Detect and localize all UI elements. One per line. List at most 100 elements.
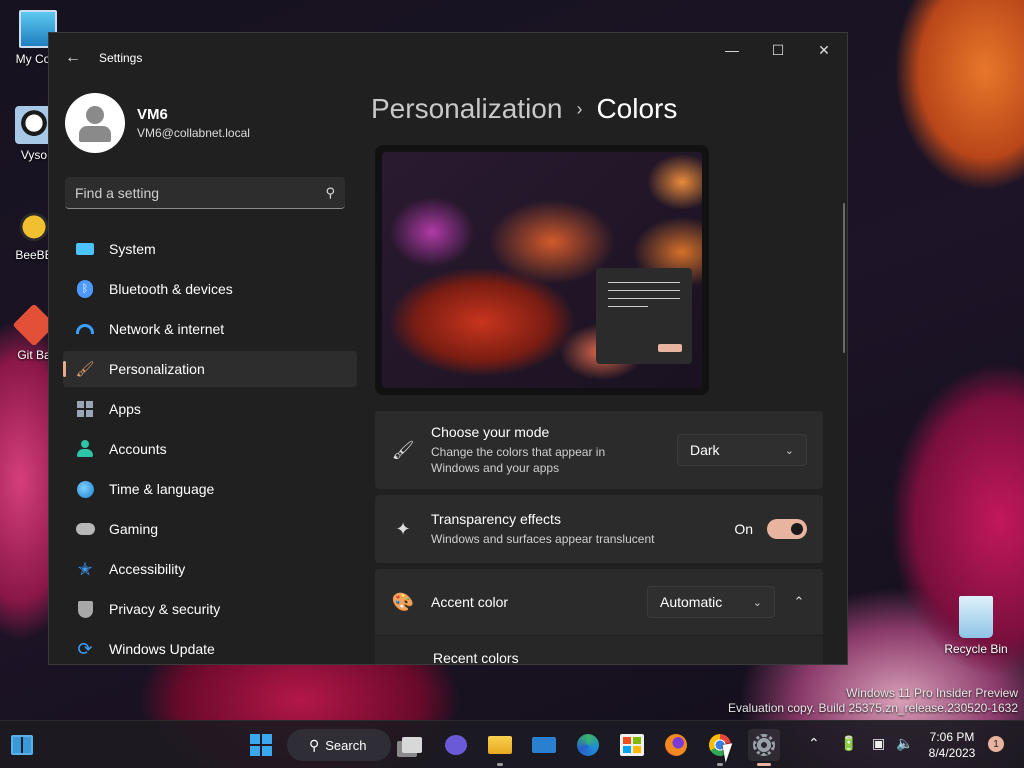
wifi-icon (75, 319, 95, 339)
mode-title: Choose your mode (431, 424, 550, 440)
sparkle-icon: ✦ (395, 518, 411, 539)
avatar (65, 93, 125, 153)
search-icon[interactable]: ⚲ (325, 185, 335, 201)
user-profile[interactable]: VM6 VM6@collabnet.local (49, 83, 361, 163)
accent-title: Accent color (431, 594, 509, 610)
watermark-build: Evaluation copy. Build 25375.zn_release.… (728, 701, 1018, 715)
maximize-icon: ☐ (771, 41, 785, 58)
firefox-button[interactable] (660, 729, 692, 761)
mode-description-line: Change the colors that appear in (431, 445, 606, 459)
scrollbar[interactable] (843, 203, 845, 353)
clock-date: 8/4/2023 (928, 746, 976, 760)
chevron-down-icon: ⌄ (752, 596, 762, 609)
collapse-button[interactable]: ⌃ (783, 586, 815, 618)
show-hidden-icons-button[interactable]: ⌃ (808, 735, 820, 752)
close-button[interactable]: ✕ (801, 33, 847, 67)
recent-colors-section: Recent colors (375, 635, 823, 664)
close-icon: ✕ (818, 41, 830, 58)
file-explorer-button[interactable] (484, 729, 516, 766)
desktop-icon-recycle-bin[interactable]: Recycle Bin (944, 596, 1008, 656)
search-input[interactable] (75, 184, 326, 201)
profile-email: VM6@collabnet.local (137, 126, 250, 140)
chat-button[interactable] (440, 729, 472, 761)
sidebar-item-apps[interactable]: Apps (63, 391, 357, 427)
preview-window (596, 268, 692, 364)
chat-icon (445, 735, 467, 755)
search-box: ⚲ (65, 177, 345, 209)
breadcrumb: Personalization › Colors (371, 83, 847, 135)
edge-icon (577, 734, 599, 756)
widgets-icon (11, 735, 33, 755)
search-icon: ⚲ (309, 736, 320, 753)
firefox-icon (665, 734, 687, 756)
app-title: Settings (99, 51, 143, 65)
accent-dropdown[interactable]: Automatic ⌄ (647, 586, 775, 618)
taskbar-clock[interactable]: 7:06 PM 8/4/2023 (920, 729, 984, 761)
sidebar-item-label: Privacy & security (109, 601, 221, 617)
shield-icon (75, 599, 95, 619)
widgets-button[interactable] (6, 729, 38, 761)
transparency-toggle[interactable] (767, 519, 807, 539)
sidebar-item-accounts[interactable]: Accounts (63, 431, 357, 467)
network-icon[interactable]: ▣ (872, 735, 885, 752)
gear-icon (753, 734, 775, 756)
windows-watermark: Windows 11 Pro Insider Preview Evaluatio… (728, 686, 1018, 716)
mode-card: 🖌 Choose your mode Change the colors tha… (375, 411, 823, 489)
sidebar-item-label: Apps (109, 401, 141, 417)
sidebar-item-label: Windows Update (109, 641, 215, 657)
palette-icon: 🎨 (391, 591, 415, 612)
volume-icon[interactable]: 🔈 (896, 735, 913, 752)
store-icon (620, 734, 644, 756)
mode-value: Dark (690, 442, 720, 458)
update-icon: ⟳ (77, 638, 93, 659)
brush-icon: 🖌 (75, 361, 95, 378)
desktop-icon-label: Vyso (20, 148, 48, 162)
transparency-toggle-group: On (734, 519, 807, 539)
task-view-button[interactable] (396, 729, 428, 761)
chevron-down-icon: ⌄ (784, 444, 794, 457)
sidebar-item-time-language[interactable]: Time & language (63, 471, 357, 507)
sidebar-item-privacy[interactable]: Privacy & security (63, 591, 357, 627)
clock-time: 7:06 PM (929, 730, 975, 744)
taskbar-search-label: Search (325, 737, 367, 753)
theme-preview (375, 145, 709, 395)
sidebar-item-gaming[interactable]: Gaming (63, 511, 357, 547)
back-button[interactable]: ← (51, 40, 95, 76)
accent-card: 🎨 Accent color Automatic ⌄ ⌃ (375, 569, 823, 635)
sidebar-item-label: Personalization (109, 361, 205, 377)
sidebar-item-label: Time & language (109, 481, 215, 497)
sidebar-item-system[interactable]: System (63, 231, 357, 267)
sidebar: VM6 VM6@collabnet.local ⚲ System ᛒ Bluet… (49, 83, 361, 664)
edge-button[interactable] (572, 729, 604, 761)
nav-list: System ᛒ Bluetooth & devices Network & i… (49, 231, 361, 664)
store-button[interactable] (616, 729, 648, 761)
settings-window: ← Settings — ☐ ✕ VM6 VM6@collabnet.local… (48, 32, 848, 665)
mail-button[interactable] (528, 729, 560, 761)
sidebar-item-personalization[interactable]: 🖌 Personalization (63, 351, 357, 387)
maximize-button[interactable]: ☐ (755, 33, 801, 67)
minimize-button[interactable]: — (709, 33, 755, 67)
mode-dropdown[interactable]: Dark ⌄ (677, 434, 807, 466)
person-icon (75, 439, 95, 459)
profile-text: VM6 VM6@collabnet.local (137, 106, 250, 140)
taskbar-search[interactable]: ⚲ Search (287, 729, 391, 761)
sidebar-item-accessibility[interactable]: ✭ Accessibility (63, 551, 357, 587)
breadcrumb-parent[interactable]: Personalization (371, 93, 562, 125)
settings-taskbar-button[interactable] (748, 729, 780, 766)
notification-badge[interactable]: 1 (988, 736, 1004, 752)
sidebar-item-network[interactable]: Network & internet (63, 311, 357, 347)
sidebar-item-windows-update[interactable]: ⟳ Windows Update (63, 631, 357, 664)
sidebar-item-label: Network & internet (109, 321, 225, 337)
title-bar[interactable]: ← Settings — ☐ ✕ (49, 33, 847, 83)
desktop-icon-label: Git Ba (17, 348, 51, 362)
chevron-up-icon: ⌃ (793, 594, 805, 609)
start-button[interactable] (245, 729, 277, 761)
preview-wallpaper (382, 152, 702, 388)
network-status-icon[interactable]: 🔋 (840, 735, 857, 752)
globe-clock-icon (75, 479, 95, 499)
accent-value: Automatic (660, 594, 723, 610)
mode-description: Change the colors that appear in Windows… (431, 444, 677, 476)
sidebar-item-bluetooth[interactable]: ᛒ Bluetooth & devices (63, 271, 357, 307)
transparency-card: ✦ Transparency effects Windows and surfa… (375, 495, 823, 563)
sidebar-item-label: System (109, 241, 156, 257)
